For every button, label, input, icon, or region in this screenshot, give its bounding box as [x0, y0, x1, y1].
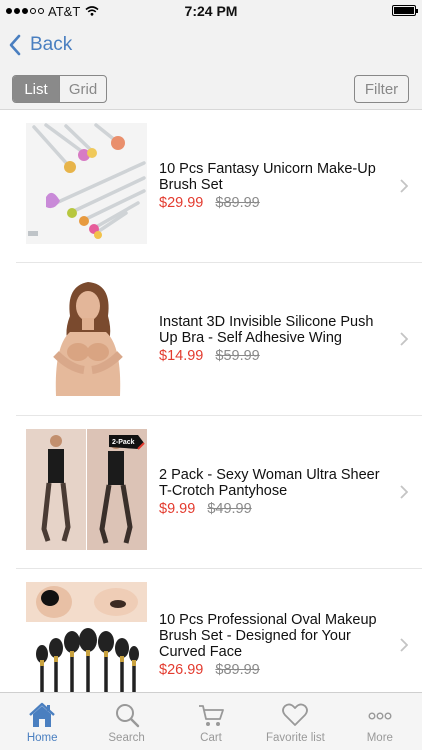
sale-price: $29.99: [159, 195, 204, 211]
tab-home[interactable]: Home: [0, 693, 84, 750]
filter-button[interactable]: Filter: [354, 75, 409, 103]
original-price: $49.99: [207, 501, 252, 517]
chevron-right-icon: [400, 638, 408, 652]
product-info: 2 Pack - Sexy Woman Ultra Sheer T-Crotch…: [159, 467, 382, 517]
tab-more[interactable]: More: [338, 693, 422, 750]
chevron-right-icon: [400, 179, 408, 193]
tab-label: More: [366, 732, 393, 744]
navigation-bar: Back: [0, 22, 422, 68]
product-info: Instant 3D Invisible Silicone Push Up Br…: [159, 314, 382, 364]
tab-label: Favorite list: [266, 732, 325, 744]
tab-label: Cart: [200, 732, 222, 744]
more-dots-icon: [368, 712, 392, 720]
original-price: $89.99: [215, 662, 260, 678]
product-title: Instant 3D Invisible Silicone Push Up Br…: [159, 314, 374, 346]
product-image: [26, 276, 147, 397]
tab-favorite-list[interactable]: Favorite list: [253, 693, 337, 750]
pack-badge: 2-Pack: [112, 439, 135, 446]
sale-price: $9.99: [159, 501, 196, 517]
chevron-right-icon: [400, 485, 408, 499]
toolbar: List Grid Filter: [0, 68, 422, 110]
sale-price: $26.99: [159, 662, 204, 678]
home-icon: [29, 702, 56, 727]
back-button[interactable]: Back: [8, 34, 72, 56]
status-bar: AT&T 7:24 PM: [0, 0, 422, 22]
chevron-left-icon: [9, 34, 21, 56]
product-image: 2-Pack: [26, 429, 147, 550]
price-line: $9.99 $49.99: [159, 501, 382, 517]
product-title: 10 Pcs Fantasy Unicorn Make-Up Brush Set: [159, 161, 376, 193]
heart-icon: [282, 703, 309, 726]
price-line: $26.99 $89.99: [159, 662, 382, 678]
carrier-label: AT&T: [48, 3, 81, 19]
product-info: 10 Pcs Professional Oval Makeup Brush Se…: [159, 612, 382, 678]
product-row[interactable]: 10 Pcs Professional Oval Makeup Brush Se…: [16, 569, 422, 692]
product-list: 10 Pcs Fantasy Unicorn Make-Up Brush Set…: [0, 110, 422, 692]
battery-icon: [392, 5, 418, 16]
product-title: 10 Pcs Professional Oval Makeup Brush Se…: [159, 612, 377, 660]
signal-dots-icon: [6, 8, 44, 14]
grid-view-tab[interactable]: Grid: [59, 76, 106, 102]
product-row[interactable]: 10 Pcs Fantasy Unicorn Make-Up Brush Set…: [16, 110, 422, 263]
back-label: Back: [30, 34, 73, 55]
product-image: [26, 582, 147, 692]
wifi-icon: [85, 6, 99, 16]
price-line: $29.99 $89.99: [159, 195, 382, 211]
list-view-tab[interactable]: List: [13, 76, 59, 102]
price-line: $14.99 $59.99: [159, 348, 382, 364]
tab-label: Search: [108, 732, 145, 744]
tab-label: Home: [26, 732, 58, 744]
product-image: [26, 123, 147, 244]
chevron-right-icon: [400, 332, 408, 346]
original-price: $89.99: [215, 195, 260, 211]
tab-cart[interactable]: Cart: [169, 693, 253, 750]
product-title: 2 Pack - Sexy Woman Ultra Sheer T-Crotch…: [159, 467, 380, 499]
sale-price: $14.99: [159, 348, 204, 364]
view-mode-toggle: List Grid: [12, 75, 107, 103]
product-row[interactable]: Instant 3D Invisible Silicone Push Up Br…: [16, 263, 422, 416]
product-row[interactable]: 2-Pack 2 Pack - Sexy Woman Ultra Sheer T…: [16, 416, 422, 569]
tab-bar: Home Search Cart Favorite list More: [0, 692, 422, 750]
original-price: $59.99: [215, 348, 260, 364]
cart-icon: [199, 705, 224, 726]
search-icon: [115, 704, 139, 728]
tab-search[interactable]: Search: [84, 693, 168, 750]
product-info: 10 Pcs Fantasy Unicorn Make-Up Brush Set…: [159, 161, 382, 211]
